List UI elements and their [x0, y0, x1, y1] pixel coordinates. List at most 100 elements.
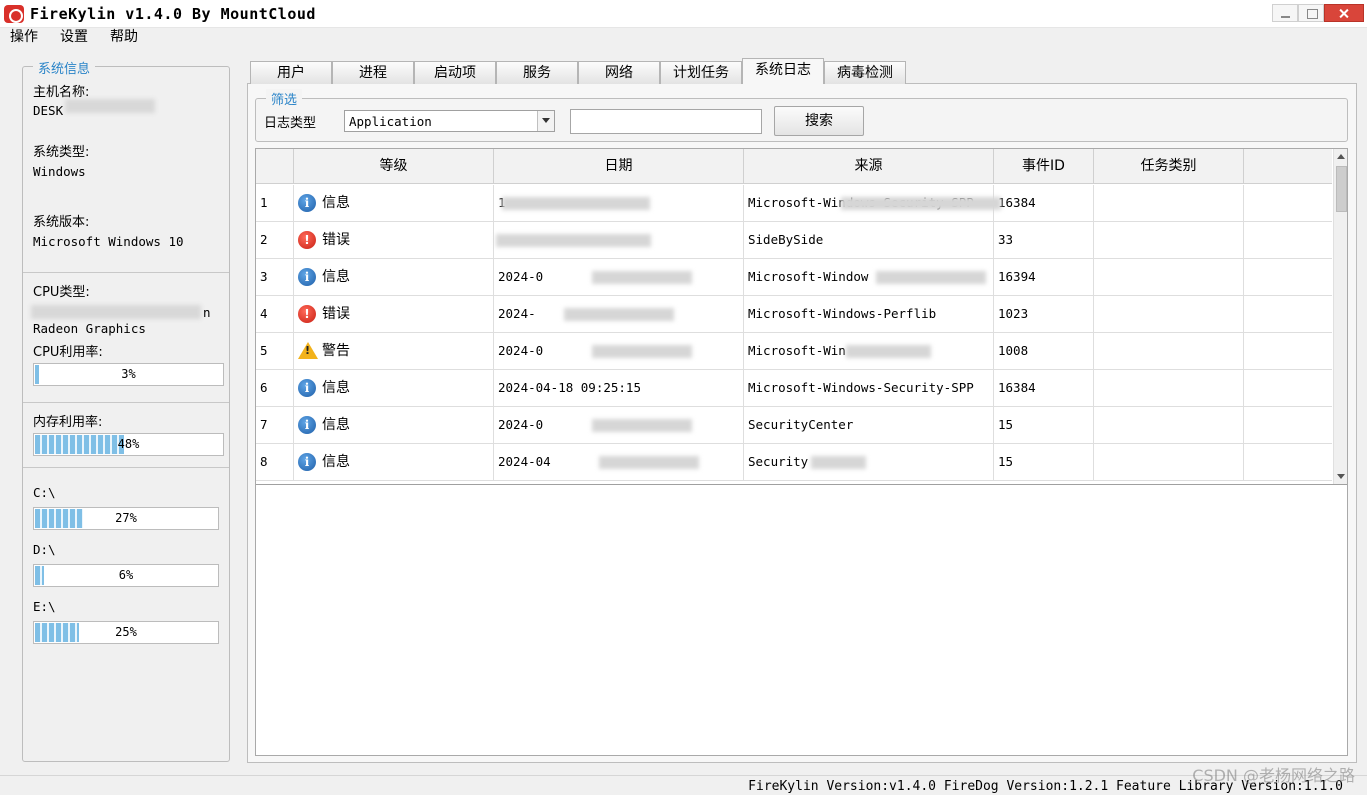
tab-scheduled-tasks[interactable]: 计划任务 — [660, 61, 742, 84]
row-number: 2 — [256, 222, 294, 259]
tab-system-logs[interactable]: 系统日志 — [742, 58, 824, 84]
level-text: 信息 — [322, 380, 350, 396]
source-cell: SideBySide — [744, 222, 994, 259]
os-type-label: 系统类型: — [33, 145, 90, 160]
grid-divider — [256, 484, 1347, 485]
redacted-blur — [496, 234, 651, 247]
disk-e-usage-text: 25% — [115, 625, 137, 639]
table-row[interactable]: 6 i 信息 2024-04-18 09:25:15 Microsoft-Windows… — [256, 370, 1332, 407]
header-row-number[interactable] — [256, 149, 294, 184]
tab-users[interactable]: 用户 — [250, 61, 332, 84]
app-logo-icon — [4, 5, 24, 23]
level-cell: i 信息 — [294, 185, 494, 222]
header-task-category[interactable]: 任务类别 — [1094, 149, 1244, 184]
level-text: 警告 — [322, 343, 350, 359]
maximize-button[interactable] — [1298, 4, 1324, 22]
table-row[interactable]: 8 i 信息 2024-04 Security 15 — [256, 444, 1332, 481]
redacted-blur — [501, 197, 650, 210]
header-level[interactable]: 等级 — [294, 149, 494, 184]
row-number: 4 — [256, 296, 294, 333]
cpu-usage-bar: 3% — [33, 363, 224, 386]
level-text: 信息 — [322, 417, 350, 433]
header-source[interactable]: 来源 — [744, 149, 994, 184]
table-row[interactable]: 3 i 信息 2024-0 Microsoft-Window 16394 — [256, 259, 1332, 296]
title-bar: FireKylin v1.4.0 By MountCloud — [0, 0, 1367, 28]
tab-processes[interactable]: 进程 — [332, 61, 414, 84]
log-grid: 等级 日期 来源 事件ID 任务类别 1i信息1Microsoft-Window… — [256, 149, 1332, 485]
info-icon: i — [298, 268, 316, 286]
menu-bar: 操作 设置 帮助 — [0, 28, 1367, 46]
log-type-select[interactable]: Application — [344, 110, 555, 132]
menu-operate[interactable]: 操作 — [10, 28, 38, 46]
task-category-cell — [1094, 259, 1244, 296]
table-row[interactable]: 2! 错误 SideBySide 33 — [256, 222, 1332, 259]
task-category-cell — [1094, 407, 1244, 444]
event-id-cell: 16394 — [994, 259, 1094, 296]
redacted-blur — [591, 419, 692, 432]
level-text: 信息 — [322, 454, 350, 470]
level-cell: ! 错误 — [294, 296, 494, 333]
search-button[interactable]: 搜索 — [774, 106, 864, 136]
menu-settings[interactable]: 设置 — [60, 28, 88, 46]
table-row[interactable]: 4! 错误 2024- Microsoft-Windows-Perflib 1023 — [256, 296, 1332, 333]
log-table: 等级 日期 来源 事件ID 任务类别 1i信息1Microsoft-Window… — [255, 148, 1348, 756]
cpu-type-value-suffix: n — [203, 305, 211, 320]
header-date[interactable]: 日期 — [494, 149, 744, 184]
level-cell: 警告 — [294, 333, 494, 370]
info-icon: i — [298, 416, 316, 434]
disk-e-label: E:\ — [33, 599, 56, 614]
cpu-type-value: Radeon Graphics — [33, 321, 146, 336]
filter-group: 筛选 日志类型 Application 搜索 — [255, 89, 1348, 142]
tab-virus-scan[interactable]: 病毒检测 — [824, 61, 906, 84]
row-number: 1 — [256, 185, 294, 222]
table-row[interactable]: 5警告2024-0Microsoft-Win1008 — [256, 333, 1332, 370]
redacted-blur — [591, 271, 692, 284]
event-id-cell: 16384 — [994, 185, 1094, 222]
log-type-label: 日志类型 — [264, 116, 317, 131]
table-row[interactable]: 1i信息1Microsoft-Windows-Security-SPP16384 — [256, 185, 1332, 222]
minimize-button[interactable] — [1272, 4, 1298, 22]
redacted-blur — [876, 271, 986, 284]
warning-icon — [298, 342, 318, 359]
task-category-cell — [1094, 333, 1244, 370]
level-text: 错误 — [322, 306, 350, 322]
redacted-blur — [591, 345, 692, 358]
cpu-usage-label: CPU利用率: — [33, 345, 103, 360]
disk-d-usage-bar: 6% — [33, 564, 219, 587]
level-text: 错误 — [322, 232, 350, 248]
tab-network[interactable]: 网络 — [578, 61, 660, 84]
task-category-cell — [1094, 370, 1244, 407]
disk-d-label: D:\ — [33, 542, 56, 557]
watermark-text: CSDN @老杨网络之路 — [1192, 766, 1355, 785]
host-name-label: 主机名称: — [33, 85, 90, 100]
search-input[interactable] — [570, 109, 762, 134]
divider — [23, 467, 229, 468]
level-cell: i 信息 — [294, 444, 494, 481]
level-text: 信息 — [322, 195, 350, 211]
log-type-selected-value: Application — [349, 114, 432, 129]
level-cell: i 信息 — [294, 259, 494, 296]
row-number: 3 — [256, 259, 294, 296]
tab-services[interactable]: 服务 — [496, 61, 578, 84]
tab-startup[interactable]: 启动项 — [414, 61, 496, 84]
level-cell: i 信息 — [294, 370, 494, 407]
level-cell: i 信息 — [294, 407, 494, 444]
menu-help[interactable]: 帮助 — [110, 28, 138, 46]
redacted-blur — [841, 197, 1001, 210]
header-event-id[interactable]: 事件ID — [994, 149, 1094, 184]
disk-d-usage-text: 6% — [118, 568, 134, 582]
source-cell: Security — [744, 444, 994, 481]
row-number: 7 — [256, 407, 294, 444]
event-id-cell: 1023 — [994, 296, 1094, 333]
scroll-thumb[interactable] — [1336, 166, 1347, 212]
vertical-scrollbar[interactable] — [1333, 149, 1347, 484]
redacted-blur — [811, 456, 866, 469]
disk-c-usage-text: 27% — [115, 511, 137, 525]
chevron-down-icon[interactable] — [537, 111, 554, 131]
event-id-cell: 16384 — [994, 370, 1094, 407]
scroll-down-icon[interactable] — [1334, 468, 1347, 484]
scroll-up-icon[interactable] — [1334, 149, 1347, 165]
close-button[interactable] — [1324, 4, 1364, 22]
table-row[interactable]: 7 i 信息 2024-0 SecurityCenter 15 — [256, 407, 1332, 444]
source-cell: Microsoft-Windows-Perflib — [744, 296, 994, 333]
